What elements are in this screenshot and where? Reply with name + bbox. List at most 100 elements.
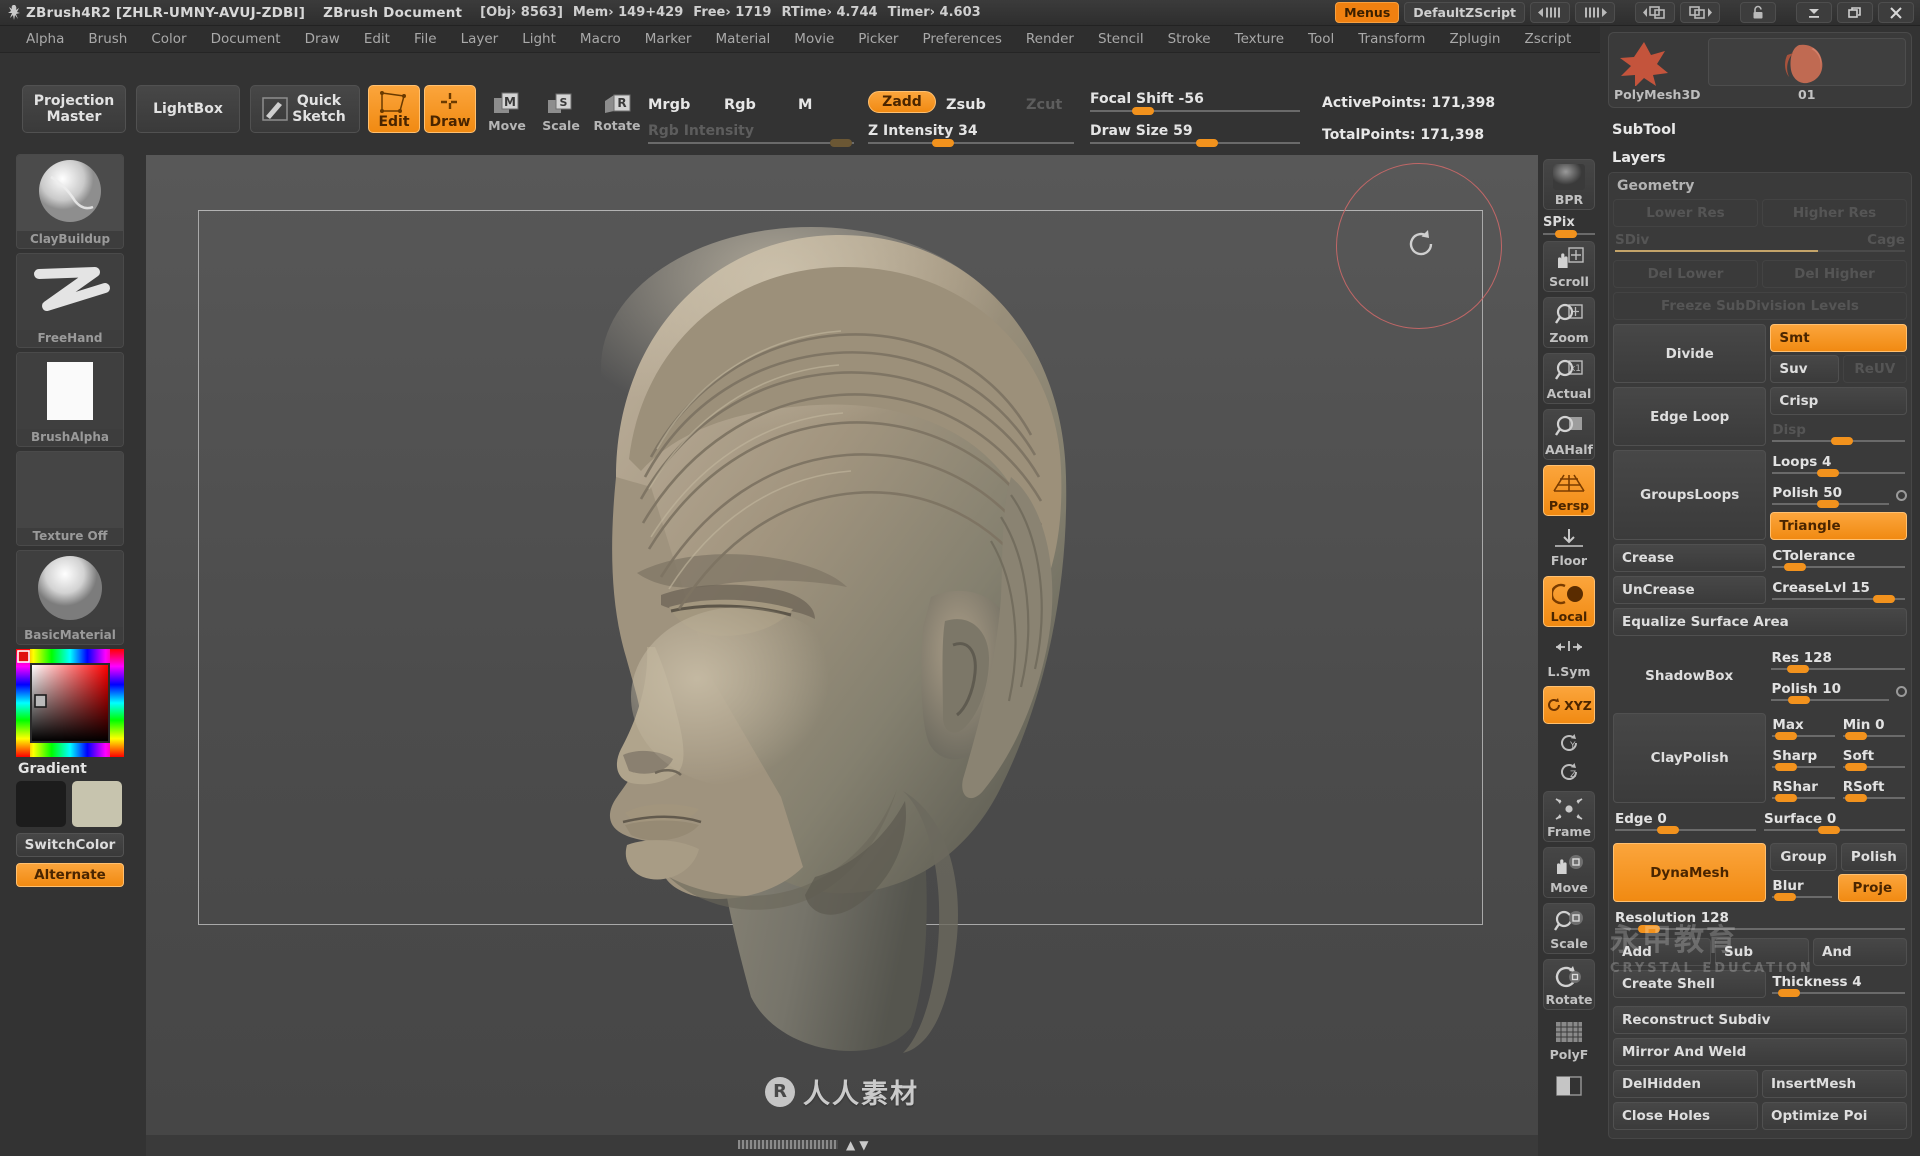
- rshar-slider[interactable]: RShar: [1770, 775, 1836, 803]
- menu-item-draw[interactable]: Draw: [293, 29, 352, 49]
- edge-loop-button[interactable]: Edge Loop: [1613, 387, 1767, 446]
- loops-track[interactable]: [1772, 469, 1905, 477]
- scale-button[interactable]: S Scale: [538, 89, 584, 133]
- rsoft-track[interactable]: [1842, 794, 1906, 802]
- disp-track[interactable]: [1772, 437, 1905, 445]
- menu-item-movie[interactable]: Movie: [782, 29, 846, 49]
- polish-loops-track[interactable]: [1772, 500, 1889, 508]
- rgb-intensity-track[interactable]: [648, 139, 854, 147]
- menu-item-material[interactable]: Material: [703, 29, 782, 49]
- current-tool-slot[interactable]: PolyMesh3D: [1614, 38, 1701, 102]
- polish-sb-toggle-icon[interactable]: [1896, 685, 1907, 697]
- spix-track[interactable]: [1543, 230, 1595, 238]
- menu-item-light[interactable]: Light: [510, 29, 568, 49]
- triangle-button[interactable]: Triangle: [1770, 512, 1907, 540]
- res-slider[interactable]: Res 128: [1769, 646, 1907, 674]
- rgb-button[interactable]: Rgb: [724, 97, 756, 113]
- polish-shadowbox-slider[interactable]: Polish 10: [1769, 677, 1891, 705]
- scrollbar-thumb[interactable]: [738, 1140, 838, 1149]
- menu-item-picker[interactable]: Picker: [846, 29, 910, 49]
- minimize-icon[interactable]: [1796, 2, 1832, 23]
- uncrease-button[interactable]: UnCrease: [1613, 576, 1767, 604]
- move-button[interactable]: M Move: [484, 89, 530, 133]
- transp-button[interactable]: [1543, 1069, 1595, 1102]
- material-slot[interactable]: BasicMaterial: [16, 550, 124, 645]
- polish-sb-track[interactable]: [1771, 696, 1889, 704]
- surface-track[interactable]: [1764, 826, 1905, 834]
- resolution-track[interactable]: [1615, 925, 1905, 933]
- stroke-slot[interactable]: FreeHand: [16, 253, 124, 348]
- max-knob[interactable]: [1774, 732, 1797, 740]
- brush-slot[interactable]: ClayBuildup: [16, 154, 124, 249]
- ctolerance-track[interactable]: [1772, 563, 1905, 571]
- canvas-horizontal-scrollbar[interactable]: ▲▼: [146, 1135, 1538, 1156]
- edge-slider[interactable]: Edge 0: [1613, 807, 1758, 835]
- scroll-button[interactable]: Scroll: [1543, 241, 1595, 292]
- thickness-knob[interactable]: [1777, 989, 1800, 997]
- close-icon[interactable]: [1878, 2, 1914, 23]
- edge-track[interactable]: [1615, 826, 1756, 834]
- min-slider[interactable]: Min 0: [1841, 713, 1907, 741]
- menu-item-alpha[interactable]: Alpha: [14, 29, 76, 49]
- sdiv-slider[interactable]: SDiv Cage: [1613, 231, 1907, 256]
- higher-res-button[interactable]: Higher Res: [1762, 199, 1907, 227]
- persp-button[interactable]: Persp: [1543, 465, 1595, 516]
- min-track[interactable]: [1842, 732, 1906, 740]
- bpr-button[interactable]: BPR: [1543, 159, 1595, 210]
- aahalf-button[interactable]: AAHalf: [1543, 409, 1595, 460]
- edit-button[interactable]: Edit: [368, 85, 420, 133]
- blur-slider[interactable]: Blur: [1770, 874, 1833, 902]
- menu-item-marker[interactable]: Marker: [633, 29, 704, 49]
- actual-button[interactable]: x1 Actual: [1543, 353, 1595, 404]
- prev-page-icon[interactable]: [1530, 2, 1570, 23]
- geometry-title[interactable]: Geometry: [1613, 177, 1907, 199]
- lsym-button[interactable]: L.Sym: [1543, 632, 1595, 681]
- rotate-z-button[interactable]: Z: [1543, 758, 1595, 785]
- equalize-surface-area-button[interactable]: Equalize Surface Area: [1613, 608, 1907, 636]
- menu-item-macro[interactable]: Macro: [568, 29, 633, 49]
- claypolish-button[interactable]: ClayPolish: [1613, 713, 1767, 803]
- restore-icon[interactable]: [1837, 2, 1873, 23]
- del-hidden-button[interactable]: DelHidden: [1613, 1070, 1758, 1098]
- spix-knob[interactable]: [1555, 230, 1577, 238]
- menu-item-color[interactable]: Color: [139, 29, 198, 49]
- max-track[interactable]: [1772, 732, 1835, 740]
- menu-item-file[interactable]: File: [402, 29, 449, 49]
- blur-track[interactable]: [1772, 893, 1832, 901]
- ctolerance-slider[interactable]: CTolerance: [1770, 544, 1907, 572]
- floor-button[interactable]: Floor: [1543, 521, 1595, 570]
- polish-dynamesh-button[interactable]: Polish: [1840, 843, 1908, 871]
- menu-item-preferences[interactable]: Preferences: [910, 29, 1013, 49]
- sub-button[interactable]: Sub: [1715, 938, 1809, 966]
- switch-color-button[interactable]: SwitchColor: [16, 833, 124, 857]
- zadd-button[interactable]: Zadd: [868, 91, 936, 113]
- alpha-slot[interactable]: BrushAlpha: [16, 352, 124, 447]
- res-track[interactable]: [1771, 665, 1905, 673]
- rgb-intensity-knob[interactable]: [830, 139, 852, 147]
- surface-slider[interactable]: Surface 0: [1762, 807, 1907, 835]
- creaselvl-track[interactable]: [1772, 595, 1905, 603]
- next-page-icon[interactable]: [1575, 2, 1615, 23]
- loops-knob[interactable]: [1817, 469, 1840, 477]
- z-intensity-track[interactable]: [868, 139, 1074, 147]
- mrgb-button[interactable]: Mrgb: [648, 97, 690, 113]
- rshar-track[interactable]: [1772, 794, 1835, 802]
- menu-item-zplugin[interactable]: Zplugin: [1437, 29, 1512, 49]
- rsoft-slider[interactable]: RSoft: [1841, 775, 1907, 803]
- freeze-subdivision-button[interactable]: Freeze SubDivision Levels: [1613, 292, 1907, 320]
- del-lower-button[interactable]: Del Lower: [1613, 260, 1758, 288]
- layers-section-title[interactable]: Layers: [1608, 144, 1912, 172]
- focal-shift-slider[interactable]: Focal Shift -56: [1090, 91, 1300, 115]
- reuv-button[interactable]: ReUV: [1842, 355, 1908, 383]
- soft-knob[interactable]: [1845, 763, 1868, 771]
- draw-size-slider[interactable]: Draw Size 59: [1090, 123, 1300, 147]
- soft-slider[interactable]: Soft: [1841, 744, 1907, 772]
- spix-slider[interactable]: SPix: [1543, 215, 1595, 238]
- del-higher-button[interactable]: Del Higher: [1762, 260, 1907, 288]
- menu-item-tool[interactable]: Tool: [1296, 29, 1346, 49]
- zsub-button[interactable]: Zsub: [946, 97, 986, 113]
- move-gizmo-button[interactable]: Move: [1543, 847, 1595, 898]
- resolution-knob[interactable]: [1638, 925, 1661, 933]
- menu-item-render[interactable]: Render: [1014, 29, 1086, 49]
- close-holes-button[interactable]: Close Holes: [1613, 1102, 1758, 1130]
